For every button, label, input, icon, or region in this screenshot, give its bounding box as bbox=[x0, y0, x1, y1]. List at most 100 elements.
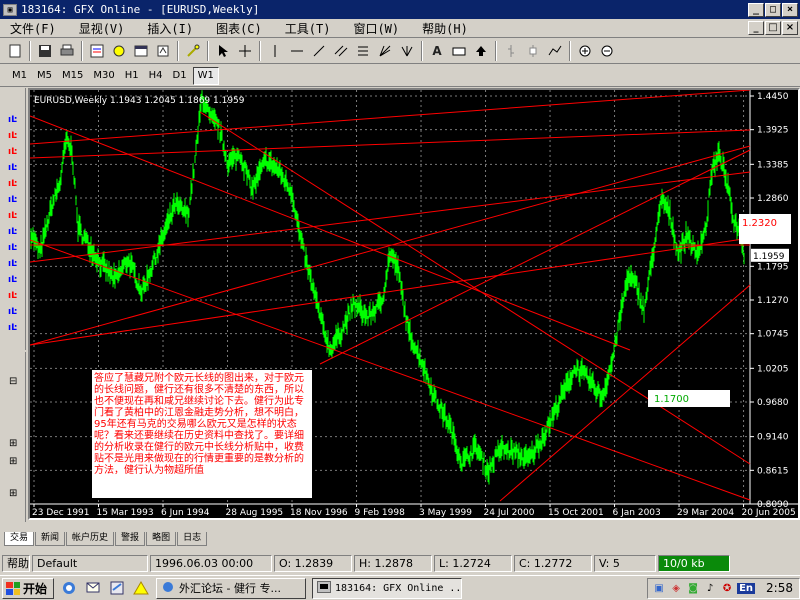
current-price-label: 1.1959 bbox=[753, 252, 785, 262]
symbol-icon[interactable]: ıĿ bbox=[8, 244, 18, 253]
text-icon[interactable]: A bbox=[426, 40, 448, 62]
label-icon[interactable] bbox=[448, 40, 470, 62]
start-label: 开始 bbox=[23, 581, 48, 596]
symbol-icon[interactable]: ıĿ bbox=[8, 324, 18, 333]
market-watch-icon[interactable] bbox=[86, 40, 108, 62]
chart-window[interactable]: 1.44501.39251.33851.28601.23351.17951.12… bbox=[28, 88, 800, 520]
autotrading-icon[interactable] bbox=[182, 40, 204, 62]
gann-icon[interactable] bbox=[374, 40, 396, 62]
price-label: 1.4450 bbox=[757, 92, 789, 102]
date-label: 23 Dec 1991 bbox=[32, 508, 90, 518]
menu-file[interactable]: 文件(F) bbox=[0, 20, 69, 37]
timeframe-m15[interactable]: M15 bbox=[58, 67, 87, 85]
tree-expand-icon[interactable]: ⊟ bbox=[9, 376, 17, 387]
candle-chart-icon[interactable] bbox=[522, 40, 544, 62]
symbol-icon[interactable]: ıĿ bbox=[8, 196, 18, 205]
symbol-icon[interactable]: ıĿ bbox=[8, 132, 18, 141]
line-chart-icon[interactable] bbox=[544, 40, 566, 62]
timeframe-m30[interactable]: M30 bbox=[89, 67, 118, 85]
tree-expand-icon[interactable]: ⊞ bbox=[9, 456, 17, 467]
warning-icon[interactable] bbox=[132, 579, 150, 597]
cursor-icon[interactable] bbox=[212, 40, 234, 62]
symbol-icon[interactable]: ıĿ bbox=[8, 148, 18, 157]
show-desktop-icon[interactable] bbox=[108, 579, 126, 597]
new-chart-icon[interactable] bbox=[4, 40, 26, 62]
toolbar-separator bbox=[177, 40, 179, 61]
timeframe-m1[interactable]: M1 bbox=[8, 67, 31, 85]
terminal-icon[interactable] bbox=[130, 40, 152, 62]
symbol-icon[interactable]: ıĿ bbox=[8, 228, 18, 237]
print-icon[interactable] bbox=[56, 40, 78, 62]
internet-explorer-icon[interactable] bbox=[60, 579, 78, 597]
mdi-close-button[interactable]: × bbox=[782, 21, 798, 35]
start-button[interactable]: 开始 bbox=[2, 577, 54, 599]
symbol-icon[interactable]: ıĿ bbox=[8, 116, 18, 125]
symbol-icon[interactable]: ıĿ bbox=[8, 276, 18, 285]
symbol-icon[interactable]: ıĿ bbox=[8, 308, 18, 317]
crosshair-icon[interactable] bbox=[234, 40, 256, 62]
network-icon[interactable]: ▣ bbox=[652, 581, 666, 595]
tab-journal[interactable]: 日志 bbox=[177, 532, 208, 546]
menu-help[interactable]: 帮助(H) bbox=[412, 20, 481, 37]
toolbar-separator bbox=[207, 40, 209, 61]
input-method-icon[interactable]: ✪ bbox=[720, 581, 734, 595]
mdi-restore-button[interactable]: □ bbox=[765, 21, 781, 35]
language-indicator[interactable]: En bbox=[737, 582, 756, 594]
toolbar-separator bbox=[29, 40, 31, 61]
menu-view[interactable]: 显视(V) bbox=[69, 20, 138, 37]
save-icon[interactable] bbox=[34, 40, 56, 62]
tree-expand-icon[interactable]: ⊞ bbox=[9, 438, 17, 449]
trendline-icon[interactable] bbox=[308, 40, 330, 62]
task-gfx-window[interactable]: 183164: GFX Online ... bbox=[312, 577, 462, 599]
app-icon[interactable]: ▣ bbox=[3, 3, 17, 16]
close-button[interactable]: × bbox=[782, 2, 798, 17]
antivirus-icon[interactable]: ◙ bbox=[686, 581, 700, 595]
tab-thumbnails[interactable]: 略图 bbox=[146, 532, 177, 546]
timeframe-w1[interactable]: W1 bbox=[192, 66, 219, 85]
symbol-icon[interactable]: ıĿ bbox=[8, 164, 18, 173]
task-forum-window[interactable]: 外汇论坛 - 健行 专... bbox=[156, 577, 306, 599]
navigator-icon[interactable] bbox=[108, 40, 130, 62]
tab-trade[interactable]: 交易 bbox=[4, 532, 35, 546]
menu-window[interactable]: 窗口(W) bbox=[343, 20, 412, 37]
bar-chart-icon[interactable] bbox=[500, 40, 522, 62]
symbol-icon[interactable]: ıĿ bbox=[8, 292, 18, 301]
menu-insert[interactable]: 插入(I) bbox=[137, 20, 206, 37]
tab-account-history[interactable]: 帐户历史 bbox=[66, 532, 115, 546]
price-label: 1.1795 bbox=[757, 262, 789, 272]
timeframe-m5[interactable]: M5 bbox=[33, 67, 56, 85]
symbol-icon[interactable]: ıĿ bbox=[8, 180, 18, 189]
mdi-minimize-button[interactable]: _ bbox=[748, 21, 764, 35]
fibonacci-icon[interactable] bbox=[352, 40, 374, 62]
vertical-line-icon[interactable] bbox=[264, 40, 286, 62]
timeframe-h4[interactable]: H4 bbox=[145, 67, 167, 85]
tab-news[interactable]: 新闻 bbox=[35, 532, 66, 546]
price-label: 0.9680 bbox=[757, 398, 789, 408]
toolbar-separator bbox=[81, 40, 83, 61]
horizontal-line-icon[interactable] bbox=[286, 40, 308, 62]
status-datetime: 1996.06.03 00:00 bbox=[150, 554, 272, 572]
system-tray: ▣ ◈ ◙ ♪ ✪ En 2:58 bbox=[647, 577, 800, 599]
timeframe-d1[interactable]: D1 bbox=[169, 67, 191, 85]
zoom-in-icon[interactable] bbox=[574, 40, 596, 62]
outlook-express-icon[interactable] bbox=[84, 579, 102, 597]
date-label: 6 Jun 1994 bbox=[161, 508, 210, 518]
menu-charts[interactable]: 图表(C) bbox=[206, 20, 275, 37]
arrow-icon[interactable] bbox=[470, 40, 492, 62]
minimize-button[interactable]: _ bbox=[748, 2, 764, 17]
zoom-out-icon[interactable] bbox=[596, 40, 618, 62]
symbol-icon[interactable]: ıĿ bbox=[8, 212, 18, 221]
fan-icon[interactable] bbox=[396, 40, 418, 62]
tab-alerts[interactable]: 警报 bbox=[115, 532, 146, 546]
menu-tools[interactable]: 工具(T) bbox=[275, 20, 344, 37]
status-volume: V: 5 bbox=[594, 554, 656, 572]
expert-advisor-icon[interactable] bbox=[152, 40, 174, 62]
price-chart[interactable]: 1.44501.39251.33851.28601.23351.17951.12… bbox=[30, 90, 798, 518]
maximize-button[interactable]: □ bbox=[765, 2, 781, 17]
timeframe-h1[interactable]: H1 bbox=[121, 67, 143, 85]
volume-icon[interactable]: ♪ bbox=[703, 581, 717, 595]
tree-expand-icon[interactable]: ⊞ bbox=[9, 488, 17, 499]
channel-icon[interactable] bbox=[330, 40, 352, 62]
security-icon[interactable]: ◈ bbox=[669, 581, 683, 595]
symbol-icon[interactable]: ıĿ bbox=[8, 260, 18, 269]
